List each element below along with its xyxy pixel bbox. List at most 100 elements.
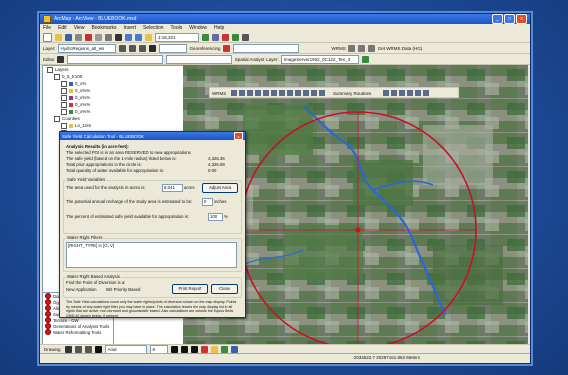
- georef-layer-field[interactable]: [232, 43, 299, 53]
- map-tool-d-icon[interactable]: [407, 90, 413, 96]
- get-wrms-label[interactable]: Get WRMS Data (HG): [378, 46, 423, 51]
- radio-priority-based[interactable]: W/I Priority Based: [106, 287, 140, 292]
- wrms-tool-2-icon[interactable]: [357, 44, 365, 52]
- print-report-button[interactable]: Print Report: [172, 284, 208, 294]
- toc-item[interactable]: Counties: [43, 115, 183, 122]
- toc-item[interactable]: 0_x%%: [43, 94, 183, 101]
- bold-icon[interactable]: [170, 346, 178, 353]
- catalog-icon[interactable]: [232, 33, 239, 41]
- font-color-icon[interactable]: [200, 346, 208, 353]
- close-button[interactable]: x: [516, 14, 527, 24]
- new-icon[interactable]: [43, 32, 52, 42]
- marker-color-icon[interactable]: [230, 346, 238, 353]
- undo-icon[interactable]: [125, 33, 132, 41]
- wrms-tool-3-icon[interactable]: [367, 44, 375, 52]
- wrms-tool-icon[interactable]: [347, 44, 355, 52]
- map-tool-measure-icon[interactable]: [263, 90, 269, 96]
- toc-item[interactable]: 0_x%%: [43, 87, 183, 94]
- map-tool-y-icon[interactable]: [287, 90, 293, 96]
- menu-selection[interactable]: Selection: [143, 25, 164, 31]
- menu-tools[interactable]: Tools: [171, 25, 183, 31]
- map-tool-b-icon[interactable]: [391, 90, 397, 96]
- add-data-icon[interactable]: [145, 33, 152, 41]
- command-line-icon[interactable]: [222, 33, 229, 41]
- menu-help[interactable]: Help: [214, 25, 224, 31]
- summary-routines-label[interactable]: Summary Routines: [333, 91, 372, 96]
- sa-layer-dropdown[interactable]: ImageServer1502_0C122_Ten_3: [280, 54, 359, 64]
- line-color-icon[interactable]: [220, 346, 228, 353]
- open-icon[interactable]: [55, 33, 62, 41]
- toc-checkbox[interactable]: [61, 101, 67, 108]
- spatial-analyst-label[interactable]: Spatial Analyst: [235, 57, 265, 62]
- minimize-button[interactable]: _: [492, 14, 503, 24]
- rotate-icon[interactable]: [74, 346, 82, 353]
- drawing-label[interactable]: Drawing: [44, 347, 61, 352]
- maximize-button[interactable]: □: [504, 14, 515, 24]
- map-tool-select-icon[interactable]: [247, 90, 253, 96]
- italic-icon[interactable]: [180, 346, 188, 353]
- task-field[interactable]: [66, 54, 163, 64]
- map-tool-u-icon[interactable]: [319, 90, 325, 96]
- georeferencing-label[interactable]: Georeferencing: [190, 46, 221, 51]
- save-icon[interactable]: [65, 33, 72, 41]
- toc-checkbox[interactable]: [61, 80, 67, 87]
- arctoolbox-icon[interactable]: [212, 33, 219, 41]
- rectangle-icon[interactable]: [84, 346, 92, 353]
- wrms-label[interactable]: WRMS: [332, 46, 346, 51]
- toc-item[interactable]: 0_5_tr100: [43, 73, 183, 80]
- toc-item[interactable]: 0_x%%: [43, 101, 183, 108]
- cut-icon[interactable]: [85, 33, 92, 41]
- layer-field-2[interactable]: [158, 43, 187, 53]
- poi-marker[interactable]: [355, 227, 361, 233]
- map-tool-pan-icon[interactable]: [239, 90, 245, 96]
- histogram-icon[interactable]: [361, 55, 369, 63]
- edit-tool-icon[interactable]: [56, 55, 64, 63]
- toc-checkbox[interactable]: [54, 73, 60, 80]
- map-tool-zoom-icon[interactable]: [231, 90, 237, 96]
- zoom-out-icon[interactable]: [128, 44, 136, 52]
- delete-icon[interactable]: [115, 33, 122, 41]
- scale-field[interactable]: 1:18,321: [155, 32, 199, 42]
- redo-icon[interactable]: [135, 33, 142, 41]
- map-tool-c-icon[interactable]: [399, 90, 405, 96]
- map-tool-identify-icon[interactable]: [255, 90, 261, 96]
- menu-bookmarks[interactable]: Bookmarks: [91, 25, 116, 31]
- toc-item[interactable]: 0_x%: [43, 80, 183, 87]
- text-icon[interactable]: [94, 346, 102, 353]
- paste-icon[interactable]: [105, 33, 112, 41]
- help-icon[interactable]: [242, 33, 249, 41]
- full-extent-icon[interactable]: [148, 44, 156, 52]
- map-tool-w-icon[interactable]: [303, 90, 309, 96]
- map-tool-z-icon[interactable]: [295, 90, 301, 96]
- target-field[interactable]: [165, 54, 232, 64]
- editor-label[interactable]: Editor: [43, 57, 55, 62]
- editor-toolbar-icon[interactable]: [202, 33, 209, 41]
- radio-new-application[interactable]: New Application: [66, 287, 97, 292]
- toc-checkbox[interactable]: [61, 122, 67, 129]
- percent-input[interactable]: 100: [208, 213, 223, 221]
- filter-textbox[interactable]: [RIGHT_TYPE] in [G, V]: [66, 242, 237, 268]
- menu-window[interactable]: Window: [189, 25, 207, 31]
- print-icon[interactable]: [75, 33, 82, 41]
- pan-icon[interactable]: [138, 44, 146, 52]
- zoom-in-icon[interactable]: [118, 44, 126, 52]
- map-tool-v-icon[interactable]: [311, 90, 317, 96]
- toc-checkbox[interactable]: [54, 115, 60, 122]
- fill-color-icon[interactable]: [210, 346, 218, 353]
- area-input[interactable]: 8,041: [162, 184, 183, 192]
- map-tool-x-icon[interactable]: [279, 90, 285, 96]
- menu-edit[interactable]: Edit: [58, 25, 67, 31]
- layer-dropdown[interactable]: HydroRegions_alt_ws: [57, 43, 116, 53]
- toc-checkbox[interactable]: [47, 66, 53, 73]
- toc-item[interactable]: Layers: [43, 66, 183, 73]
- map-tool-f-icon[interactable]: [423, 90, 429, 96]
- map-toolbar-wrms[interactable]: WRMS: [212, 91, 226, 96]
- menu-insert[interactable]: Insert: [123, 25, 136, 31]
- copy-icon[interactable]: [95, 33, 102, 41]
- close-dialog-button[interactable]: Close: [211, 284, 238, 294]
- map-tool-a-icon[interactable]: [383, 90, 389, 96]
- menu-view[interactable]: View: [74, 25, 85, 31]
- underline-icon[interactable]: [190, 346, 198, 353]
- georef-arrow-icon[interactable]: [222, 44, 230, 52]
- toc-checkbox[interactable]: [61, 108, 67, 115]
